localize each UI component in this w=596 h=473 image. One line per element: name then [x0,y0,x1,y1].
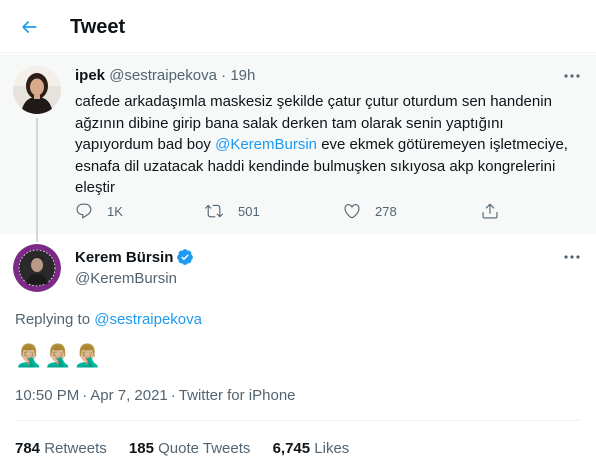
likes-stat[interactable]: 6,745 Likes [273,440,350,457]
dot-separator: · [221,67,227,84]
tweet-actions: 1K 501 278 [75,202,515,222]
top-header: Tweet [0,0,596,53]
author-name[interactable]: Kerem Bürsin [75,249,173,266]
retweet-button[interactable]: 501 [204,202,260,220]
retweets-count: 784 [15,440,41,457]
page-title: Tweet [70,16,126,38]
reply-button[interactable]: 1K [75,202,123,220]
more-options-button[interactable] [561,66,583,86]
likes-label: Likes [314,440,350,457]
tweet-metadata: 10:50 PM · Apr 7, 2021 · Twitter for iPhone [15,387,296,404]
quote-tweets-label: Quote Tweets [158,440,251,457]
tweet-source[interactable]: Twitter for iPhone [179,387,296,404]
replying-label: Replying to [15,311,91,328]
tweet-time[interactable]: 19h [230,67,255,84]
more-options-button[interactable] [561,247,583,267]
main-author-row: Kerem Bürsin [75,248,194,266]
profile-photo-kerem [13,244,61,292]
more-dots-icon [564,74,580,78]
retweets-label: Retweets [44,440,107,457]
retweet-icon [205,204,223,218]
divider [15,420,581,421]
avatar[interactable] [13,66,61,114]
author-handle[interactable]: @sestraipekova [109,67,217,84]
likes-count: 6,745 [272,440,311,457]
parent-author-row: ipek @sestraipekova · 19h [75,67,255,84]
arrow-left-icon [22,21,37,33]
profile-photo-ipek [13,66,61,114]
share-icon [482,203,498,219]
avatar[interactable] [13,244,61,292]
heart-icon [344,204,360,219]
tweet-date[interactable]: Apr 7, 2021 [90,387,168,404]
reply-icon [76,203,92,219]
replying-to-mention[interactable]: @sestraipekova [94,311,202,328]
dot-separator: · [170,387,176,404]
tweet-text: cafede arkadaşımla maskesiz şekilde çatu… [75,91,575,199]
author-handle[interactable]: @KeremBursin [75,270,177,287]
share-button[interactable] [481,202,513,220]
quote-tweets-count: 185 [128,440,154,457]
like-count: 278 [375,203,397,219]
dot-separator: · [82,387,88,404]
thread-connector-line [36,118,38,242]
tweet-time[interactable]: 10:50 PM [15,387,79,404]
more-dots-icon [564,255,580,259]
retweets-stat[interactable]: 784 Retweets [15,440,107,457]
author-name[interactable]: ipek [75,67,105,84]
like-button[interactable]: 278 [343,202,397,220]
tweet-stats: 784 Retweets 185 Quote Tweets 6,745 Like… [15,440,367,457]
replying-to: Replying to @sestraipekova [15,311,202,328]
verified-badge-icon [177,249,194,265]
retweet-count: 501 [238,203,260,219]
mention-link[interactable]: @KeremBursin [215,136,317,153]
reply-count: 1K [107,203,123,219]
back-button[interactable] [12,10,46,44]
quote-tweets-stat[interactable]: 185 Quote Tweets [129,440,250,457]
tweet-text-emojis: 🤦🏼‍♂️🤦🏼‍♂️🤦🏼‍♂️ [15,343,104,368]
